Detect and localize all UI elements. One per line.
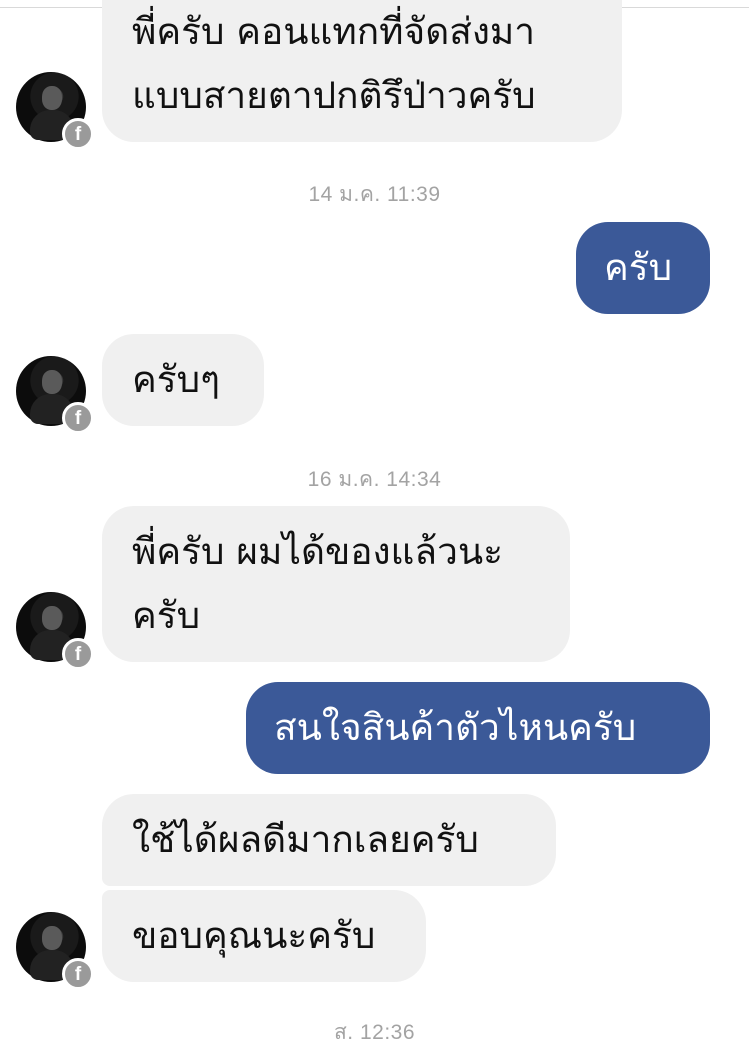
incoming-message[interactable]: ครับๆ bbox=[102, 334, 264, 426]
contact-avatar[interactable]: f bbox=[16, 356, 94, 434]
message-text-line: พี่ครับ คอนแทกที่จัดส่งมา bbox=[132, 10, 536, 53]
incoming-message[interactable]: ขอบคุณนะครับ bbox=[102, 890, 426, 982]
facebook-icon: f bbox=[62, 638, 94, 670]
incoming-message[interactable]: ใช้ได้ผลดีมากเลยครับ bbox=[102, 794, 556, 886]
message-text-line: ครับ bbox=[132, 594, 201, 637]
avatar-face bbox=[42, 86, 62, 110]
facebook-icon: f bbox=[62, 118, 94, 150]
incoming-message[interactable]: พี่ครับ คอนแทกที่จัดส่งมา แบบสายตาปกติรึ… bbox=[102, 0, 622, 142]
facebook-icon: f bbox=[62, 402, 94, 434]
avatar-face bbox=[42, 926, 62, 950]
contact-avatar[interactable]: f bbox=[16, 72, 94, 150]
avatar-face bbox=[42, 606, 62, 630]
avatar-face bbox=[42, 370, 62, 394]
incoming-message[interactable]: พี่ครับ ผมได้ของแล้วนะ ครับ bbox=[102, 506, 570, 662]
facebook-icon: f bbox=[62, 958, 94, 990]
contact-avatar[interactable]: f bbox=[16, 592, 94, 670]
timestamp: 14 ม.ค. 11:39 bbox=[308, 183, 441, 206]
timestamp: 16 ม.ค. 14:34 bbox=[307, 468, 442, 491]
contact-avatar[interactable]: f bbox=[16, 912, 94, 990]
message-text-line: แบบสายตาปกติรึป่าวครับ bbox=[132, 74, 536, 117]
message-text-line: พี่ครับ ผมได้ของแล้วนะ bbox=[132, 530, 504, 573]
outgoing-message[interactable]: ครับ bbox=[576, 222, 710, 314]
outgoing-message[interactable]: สนใจสินค้าตัวไหนครับ bbox=[246, 682, 710, 774]
